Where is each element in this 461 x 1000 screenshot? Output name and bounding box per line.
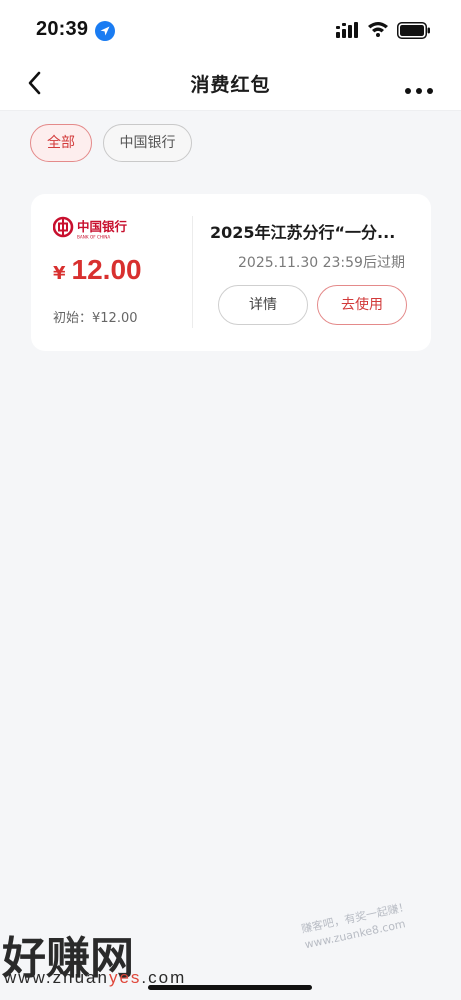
wifi-icon	[367, 20, 389, 41]
amount-value: 12.00	[71, 254, 142, 285]
cellular-signal-icon	[336, 22, 358, 42]
initial-amount: 初始：¥12.00	[53, 311, 138, 326]
location-arrow-icon	[95, 21, 115, 41]
bank-logo-english: BANK OF CHINA	[77, 235, 110, 240]
coupon-expiry: 2025.11.30 23:59后过期	[238, 255, 405, 271]
watermark-small: 赚客吧，有奖一起赚！ www.zuanke8.com	[300, 899, 414, 953]
currency-symbol: ¥	[53, 263, 66, 284]
coupon-amount: ¥12.00	[53, 254, 142, 286]
card-divider	[192, 216, 193, 328]
use-now-button[interactable]: 去使用	[317, 285, 407, 325]
nav-bar: 消费红包	[0, 58, 461, 111]
watermark-url-accent: yes	[108, 968, 142, 987]
status-bar: 20:39	[0, 0, 461, 58]
battery-icon	[397, 22, 431, 43]
page-title: 消费红包	[190, 74, 271, 96]
filter-chip-bank-of-china[interactable]: 中国银行	[103, 124, 192, 162]
coupon-card: 中国银行 BANK OF CHINA ¥12.00 初始：¥12.00 2025…	[31, 194, 431, 351]
status-time: 20:39	[36, 18, 89, 40]
home-indicator[interactable]	[148, 985, 312, 990]
filter-chip-all[interactable]: 全部	[30, 124, 92, 162]
coupon-title: 2025年江苏分行“一分...	[210, 223, 396, 242]
more-dots-icon[interactable]	[404, 80, 434, 99]
details-button[interactable]: 详情	[218, 285, 308, 325]
bank-of-china-logo: 中国银行 BANK OF CHINA	[52, 216, 129, 244]
watermark-url-prefix: www.zhuan	[4, 968, 109, 987]
bank-logo-text: 中国银行	[77, 219, 128, 234]
